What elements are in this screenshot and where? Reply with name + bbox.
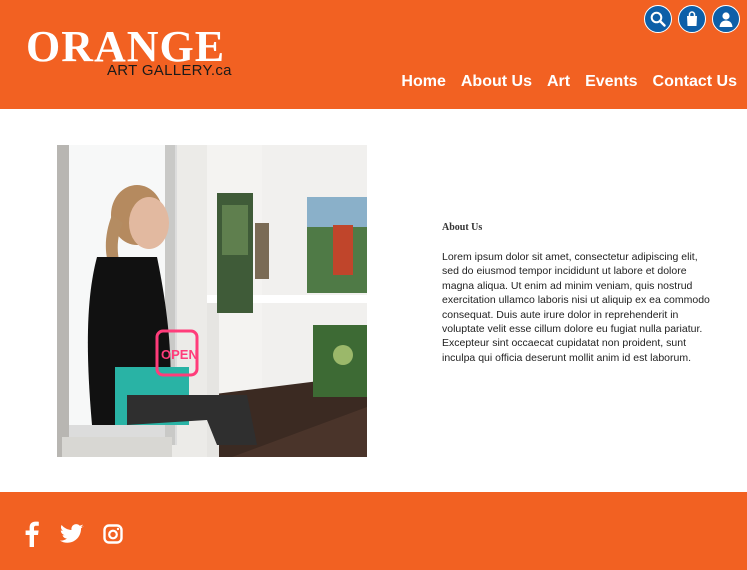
- facebook-icon: [25, 521, 39, 547]
- main-nav: Home About Us Art Events Contact Us: [386, 72, 737, 92]
- nav-about-us[interactable]: About Us: [461, 72, 532, 92]
- nav-events[interactable]: Events: [585, 72, 637, 92]
- logo-subtitle[interactable]: ART GALLERY.ca: [107, 62, 232, 80]
- search-icon: [650, 11, 666, 27]
- open-sign-text: OPEN: [161, 347, 198, 362]
- shopping-bag-icon: [687, 11, 697, 26]
- instagram-icon: [103, 524, 123, 544]
- search-button[interactable]: [644, 5, 672, 33]
- nav-art[interactable]: Art: [547, 72, 570, 92]
- twitter-link[interactable]: [59, 521, 85, 547]
- nav-contact-us[interactable]: Contact Us: [653, 72, 737, 92]
- site-footer: [0, 492, 747, 570]
- about-text: Lorem ipsum dolor sit amet, consectetur …: [442, 251, 710, 364]
- user-icon: [719, 12, 733, 27]
- instagram-link[interactable]: [100, 521, 126, 547]
- facebook-link[interactable]: [19, 521, 45, 547]
- nav-home[interactable]: Home: [401, 72, 445, 92]
- site-header: ORANGE ART GALLERY.ca Home About Us Art …: [0, 0, 747, 109]
- cart-button[interactable]: [678, 5, 706, 33]
- twitter-icon: [60, 524, 84, 543]
- about-heading: About Us: [442, 222, 483, 233]
- gallery-photo-illustration: OPEN: [57, 145, 367, 457]
- account-button[interactable]: [712, 5, 740, 33]
- gallery-photo: OPEN: [57, 145, 367, 457]
